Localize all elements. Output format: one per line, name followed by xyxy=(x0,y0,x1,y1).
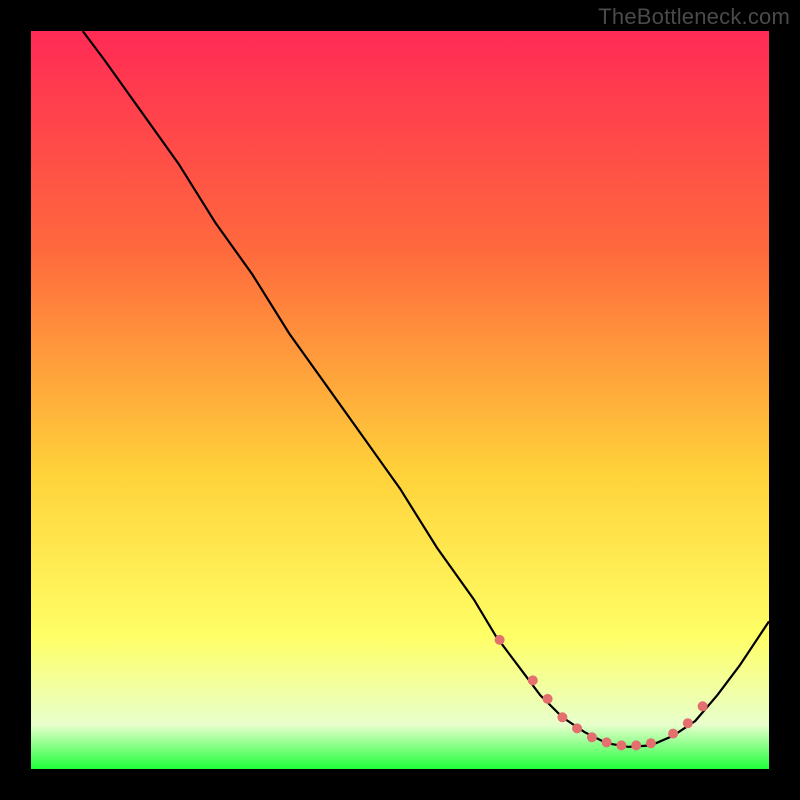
gradient-background xyxy=(31,31,769,769)
dot xyxy=(572,723,582,733)
watermark-text: TheBottleneck.com xyxy=(598,4,790,30)
plot-area xyxy=(31,31,769,769)
chart-frame: TheBottleneck.com xyxy=(0,0,800,800)
dot xyxy=(495,635,505,645)
dot xyxy=(631,740,641,750)
chart-svg xyxy=(31,31,769,769)
dot xyxy=(646,738,656,748)
dot xyxy=(602,737,612,747)
dot xyxy=(698,701,708,711)
dot xyxy=(587,732,597,742)
dot xyxy=(543,694,553,704)
dot xyxy=(528,675,538,685)
dot xyxy=(668,729,678,739)
dot xyxy=(616,740,626,750)
dot xyxy=(683,718,693,728)
dot xyxy=(557,712,567,722)
